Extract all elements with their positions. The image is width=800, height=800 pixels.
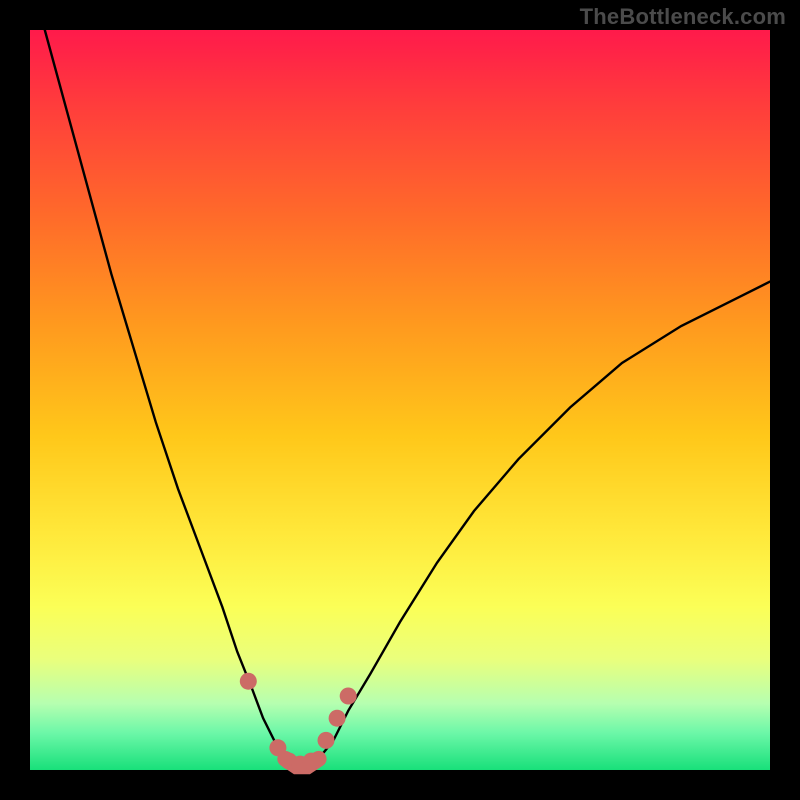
line-layer [45,30,770,766]
data-marker [318,732,335,749]
marker-layer [240,673,357,773]
data-marker [269,739,286,756]
data-marker [329,710,346,727]
watermark-text: TheBottleneck.com [580,4,786,30]
data-marker [340,688,357,705]
data-marker [240,673,257,690]
chart-frame: TheBottleneck.com [0,0,800,800]
plot-area [30,30,770,770]
chart-svg [30,30,770,770]
data-marker [303,753,320,770]
bottleneck-curve [45,30,770,766]
